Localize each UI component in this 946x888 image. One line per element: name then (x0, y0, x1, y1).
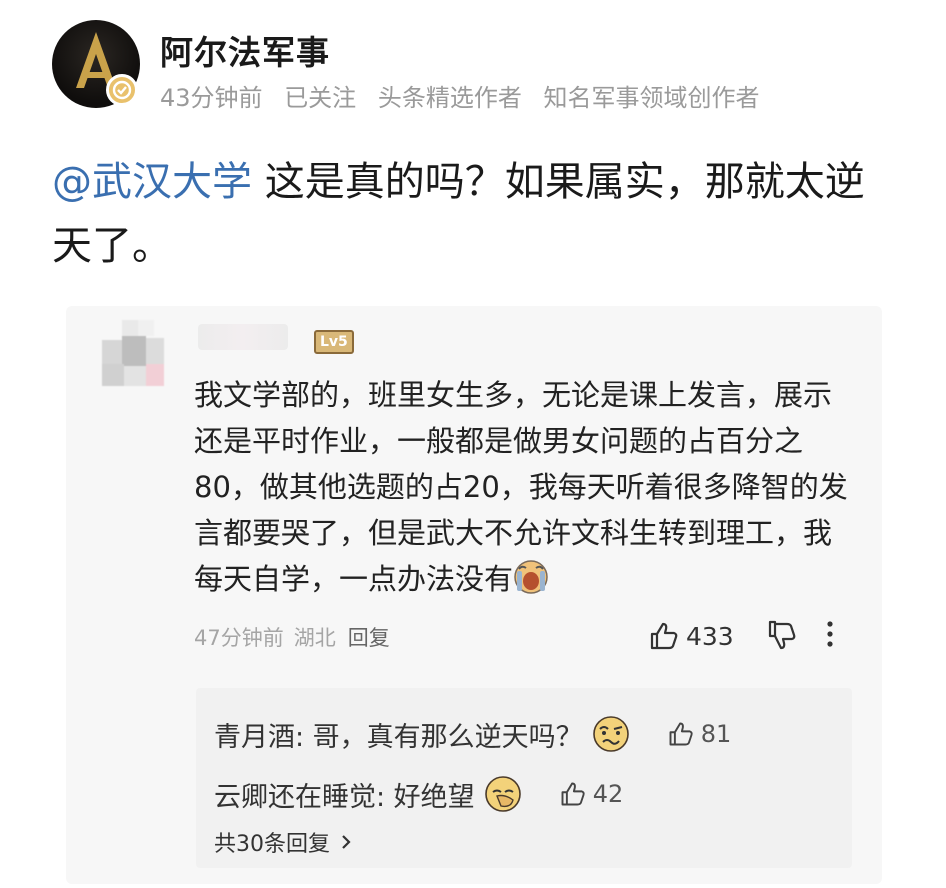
author-name[interactable]: 阿尔法军事 (160, 26, 330, 74)
total-replies-label: 共30条回复 (214, 832, 330, 857)
reply-like-button[interactable]: 81 (667, 720, 732, 748)
mention-link[interactable]: @武汉大学 (52, 159, 252, 205)
like-icon (650, 622, 678, 650)
reply-user[interactable]: 青月酒 (214, 715, 295, 754)
reply-like-count: 42 (592, 780, 624, 808)
like-count: 433 (686, 621, 734, 651)
dislike-icon (768, 620, 796, 650)
reply-item[interactable]: 云卿还在睡觉: 好绝望 42 (214, 774, 623, 814)
reply-text: : 好绝望 (376, 781, 475, 813)
author-meta: 43分钟前 已关注 头条精选作者 知名军事领域创作者 (160, 78, 773, 113)
like-button[interactable]: 433 (648, 618, 734, 654)
author-badge-creator: 知名军事领域创作者 (543, 84, 760, 112)
reply-like-count: 81 (700, 720, 732, 748)
facepalm-emoji-icon (484, 776, 521, 812)
reply-text: : 哥，真有那么逆天吗？ (295, 721, 583, 753)
confused-emoji-icon (592, 716, 629, 752)
comment-time: 47分钟前 (194, 626, 284, 650)
reply-button[interactable]: 回复 (348, 626, 390, 650)
view-all-replies-link[interactable]: 共30条回复 (214, 826, 356, 858)
author-badge-featured: 头条精选作者 (377, 84, 522, 112)
reply-like-button[interactable]: 42 (559, 780, 624, 808)
comment-text: 我文学部的，班里女生多，无论是课上发言，展示还是平时作业，一般都是做男女问题的占… (194, 372, 854, 602)
dislike-button[interactable] (766, 618, 798, 656)
chevron-right-icon (342, 835, 351, 849)
post-body: @武汉大学 这是真的吗？如果属实，那就太逆天了。 (52, 150, 892, 278)
follow-status[interactable]: 已关注 (284, 84, 356, 112)
cry-emoji-icon (514, 560, 548, 594)
like-icon (669, 722, 693, 746)
comment-card: Lv5 我文学部的，班里女生多，无论是课上发言，展示还是平时作业，一般都是做男女… (66, 306, 882, 884)
post-time: 43分钟前 (160, 84, 263, 112)
commenter-name-blurred[interactable] (198, 324, 288, 350)
replies-section: 青月酒: 哥，真有那么逆天吗？ 81 云卿还在睡觉: 好绝望 42 共30条回复 (196, 688, 852, 868)
verified-badge-icon (106, 74, 138, 106)
level-badge: Lv5 (314, 330, 354, 354)
comment-location: 湖北 (293, 626, 336, 650)
comment-meta: 47分钟前 湖北 回复 (194, 622, 390, 652)
more-options-button[interactable] (824, 618, 836, 654)
reply-user[interactable]: 云卿还在睡觉 (214, 775, 376, 814)
like-icon (561, 782, 585, 806)
more-icon (827, 621, 833, 647)
commenter-avatar[interactable] (102, 320, 166, 388)
reply-item[interactable]: 青月酒: 哥，真有那么逆天吗？ 81 (214, 714, 731, 754)
